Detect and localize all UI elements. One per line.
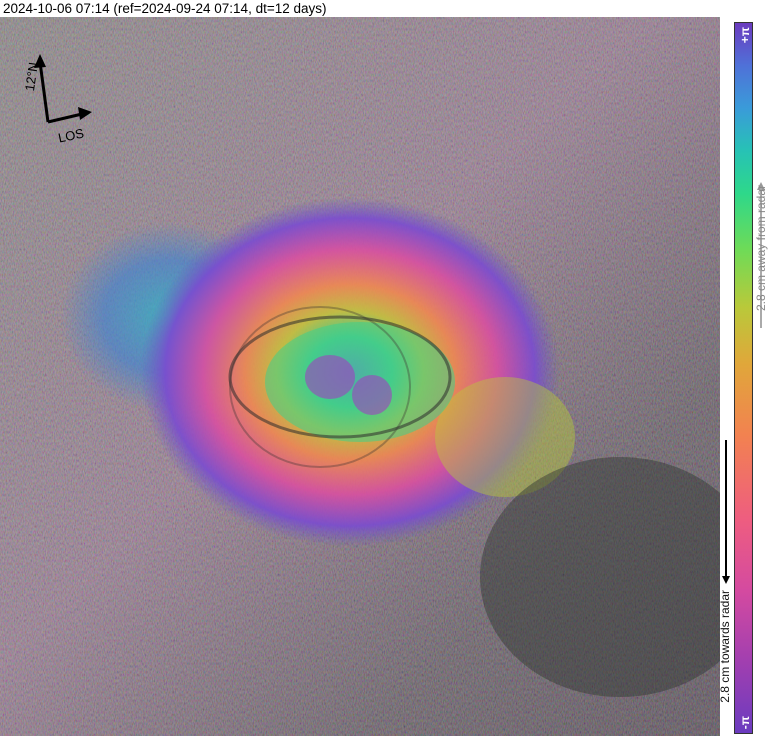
colorbar-min-label: -π — [738, 715, 752, 729]
image-title: 2024-10-06 07:14 (ref=2024-09-24 07:14, … — [3, 1, 327, 16]
towards-radar-label: 2.8 cm towards radar — [718, 590, 732, 703]
towards-arrow-shaft — [725, 440, 727, 578]
interferogram-map — [0, 17, 720, 736]
colorbar-max-label: +π — [738, 27, 752, 44]
away-from-radar-label: 2.8 cm away from radar — [754, 185, 768, 312]
phase-colorbar: +π -π — [734, 22, 753, 734]
orientation-compass: 12°N LOS — [18, 50, 98, 146]
